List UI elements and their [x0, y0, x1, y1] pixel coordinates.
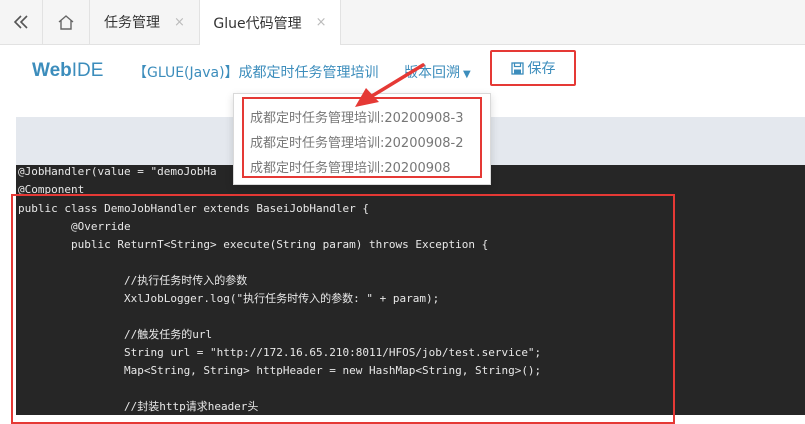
collapse-sidebar-button[interactable] — [0, 0, 42, 44]
code-line: XxlJobLogger.log("执行任务时传入的参数: " + param)… — [18, 292, 440, 305]
home-tab[interactable] — [42, 0, 90, 44]
floppy-disk-icon — [510, 61, 524, 75]
home-icon — [58, 15, 74, 30]
tab-task-management[interactable]: 任务管理 × — [104, 0, 185, 44]
code-editor[interactable]: @JobHandler(value = "demoJobHa @Componen… — [16, 165, 805, 415]
save-label: 保存 — [527, 61, 556, 77]
tab-label: Glue代码管理 — [213, 15, 302, 32]
version-rollback-label: 版本回溯 — [404, 65, 460, 81]
version-item[interactable]: 成都定时任务管理培训:20200908-3 — [250, 107, 464, 126]
caret-down-icon: ▼ — [463, 69, 471, 80]
code-line: //执行任务时传入的参数 — [18, 274, 248, 287]
save-button[interactable]: 保存 — [490, 50, 576, 86]
tab-label: 任务管理 — [104, 15, 160, 31]
code-line: public class DemoJobHandler extends Base… — [18, 202, 369, 215]
code-line: @Override — [18, 220, 131, 233]
logo-bold-text: Web — [32, 60, 72, 81]
code-line: public ReturnT<String> execute(String pa… — [18, 238, 489, 251]
logo-rest-text: IDE — [71, 60, 104, 81]
version-rollback-button[interactable]: 版本回溯 ▼ — [404, 62, 471, 82]
code-line: //封装http请求header头 — [18, 400, 259, 413]
version-item[interactable]: 成都定时任务管理培训:20200908-2 — [250, 132, 464, 151]
code-line: @Component — [18, 183, 85, 196]
code-line: String url = "http://172.16.65.210:8011/… — [18, 346, 542, 359]
close-icon[interactable]: × — [316, 15, 327, 30]
double-chevron-left-icon — [13, 15, 28, 29]
version-item[interactable]: 成都定时任务管理培训:20200908 — [250, 157, 451, 176]
tab-glue-code[interactable]: Glue代码管理 × — [199, 0, 341, 45]
version-dropdown-menu: 成都定时任务管理培训:20200908-3 成都定时任务管理培训:2020090… — [233, 93, 491, 185]
tab-bar: 任务管理 × Glue代码管理 × — [0, 0, 805, 45]
code-line: @JobHandler(value = "demoJobHa — [18, 165, 217, 178]
code-line: //触发任务的url — [18, 328, 213, 341]
job-title: 【GLUE(Java)】成都定时任务管理培训 — [133, 65, 379, 81]
webide-logo: WebIDE — [32, 60, 103, 82]
code-line: Map<String, String> httpHeader = new Has… — [18, 364, 542, 377]
close-icon[interactable]: × — [174, 15, 185, 30]
